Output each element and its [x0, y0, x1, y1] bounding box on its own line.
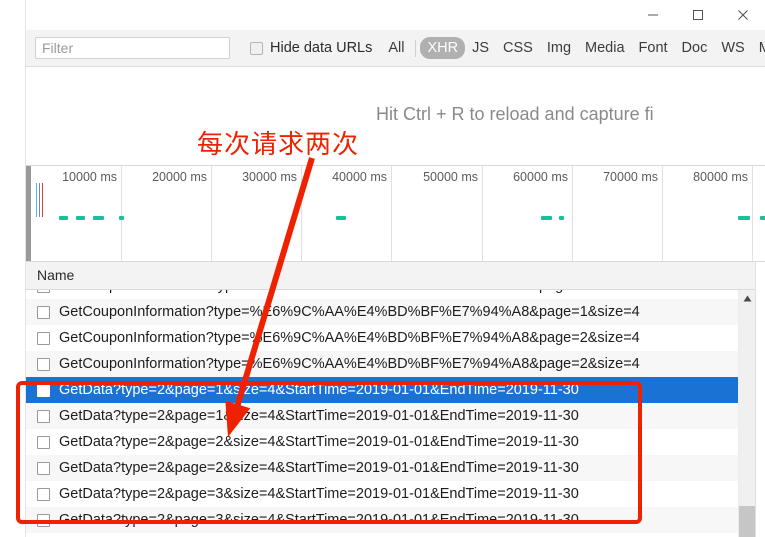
- request-name: GetData?type=2&page=1&size=4&StartTime=2…: [59, 408, 579, 424]
- devtools-network-panel: Hide data URLs All XHR JS CSS Img Media …: [0, 0, 765, 537]
- overview-tick-label: 30000 ms: [242, 170, 297, 184]
- requests-table-header: Name: [26, 262, 765, 290]
- overview-tick-label: 40000 ms: [332, 170, 387, 184]
- overview-request-bar: [559, 216, 564, 220]
- filter-chip-doc[interactable]: Doc: [675, 37, 715, 59]
- row-checkbox[interactable]: [37, 290, 50, 293]
- row-checkbox[interactable]: [37, 357, 50, 371]
- row-checkbox[interactable]: [37, 409, 50, 423]
- filter-chip-media[interactable]: Media: [578, 37, 632, 59]
- column-header-name[interactable]: Name: [37, 267, 74, 283]
- table-row[interactable]: GetData?type=2&page=3&size=4&StartTime=2…: [26, 507, 738, 533]
- hide-data-urls-checkbox[interactable]: [250, 41, 263, 55]
- scrollbar-thumb[interactable]: [739, 506, 756, 537]
- filter-chip-js[interactable]: JS: [465, 37, 496, 59]
- filter-chip-all[interactable]: All: [381, 37, 411, 59]
- reload-hint-text: Hit Ctrl + R to reload and capture fi: [376, 104, 654, 124]
- row-checkbox[interactable]: [37, 435, 50, 449]
- requests-list[interactable]: GetCouponInformation?type=%E6%9C%AA%E4%B…: [26, 290, 765, 537]
- request-name: GetCouponInformation?type=%E6%9C%AA%E4%B…: [59, 290, 640, 294]
- list-vertical-scrollbar[interactable]: [738, 290, 756, 537]
- request-name: GetCouponInformation?type=%E6%9C%AA%E4%B…: [59, 356, 640, 372]
- left-gutter-fill: [0, 30, 25, 537]
- overview-request-bar: [76, 216, 85, 220]
- maximize-button[interactable]: [675, 0, 720, 30]
- table-row[interactable]: GetCouponInformation?type=%E6%9C%AA%E4%B…: [26, 351, 738, 377]
- scroll-up-arrow-icon[interactable]: [739, 290, 756, 307]
- request-name: GetCouponInformation?type=%E6%9C%AA%E4%B…: [59, 330, 640, 346]
- overview-left-handle[interactable]: [26, 166, 31, 261]
- window-titlebar: [0, 0, 765, 30]
- overview-tick-label: 20000 ms: [152, 170, 207, 184]
- filter-chip-manifest[interactable]: Mar: [752, 37, 765, 59]
- table-row[interactable]: GetData?type=2&page=1&size=4&StartTime=2…: [26, 377, 738, 403]
- request-name: GetCouponInformation?type=%E6%9C%AA%E4%B…: [59, 304, 640, 320]
- filter-chip-font[interactable]: Font: [632, 37, 675, 59]
- overview-gridline: [572, 166, 573, 261]
- filter-input[interactable]: [35, 37, 230, 59]
- overview-gridline: [121, 166, 122, 261]
- row-checkbox[interactable]: [37, 461, 50, 475]
- table-row[interactable]: GetData?type=2&page=3&size=4&StartTime=2…: [26, 481, 738, 507]
- window-controls: [630, 0, 765, 30]
- hide-data-urls-label: Hide data URLs: [270, 40, 373, 56]
- overview-request-bar: [59, 216, 68, 220]
- overview-request-bar: [541, 216, 552, 220]
- table-row[interactable]: GetData?type=2&page=2&size=4&StartTime=2…: [26, 429, 738, 455]
- row-checkbox[interactable]: [37, 383, 50, 397]
- table-row[interactable]: GetCouponInformation?type=%E6%9C%AA%E4%B…: [26, 325, 738, 351]
- row-checkbox[interactable]: [37, 513, 50, 527]
- overview-gridline: [662, 166, 663, 261]
- overview-tick-label: 60000 ms: [513, 170, 568, 184]
- table-row[interactable]: GetCouponInformation?type=%E6%9C%AA%E4%B…: [26, 290, 738, 299]
- overview-request-bar: [119, 216, 124, 220]
- overview-gridline: [752, 166, 753, 261]
- capture-hint-area: Hit Ctrl + R to reload and capture fi: [26, 67, 765, 165]
- overview-tick-label: 10000 ms: [62, 170, 117, 184]
- table-row[interactable]: GetData?type=2&page=1&size=4&StartTime=2…: [26, 403, 738, 429]
- overview-gridline: [301, 166, 302, 261]
- request-name: GetData?type=2&page=3&size=4&StartTime=2…: [59, 512, 579, 528]
- panel-right-edge: [755, 262, 765, 537]
- left-gutter: [0, 0, 26, 537]
- overview-gridline: [211, 166, 212, 261]
- row-checkbox[interactable]: [37, 331, 50, 345]
- filter-divider: [415, 39, 417, 57]
- network-overview-timeline[interactable]: 10000 ms 20000 ms 30000 ms 40000 ms 50000 ms…: [26, 165, 765, 262]
- overview-event-line: [36, 183, 37, 217]
- overview-gridline: [391, 166, 392, 261]
- filter-chip-css[interactable]: CSS: [496, 37, 540, 59]
- overview-tick-label: 70000 ms: [603, 170, 658, 184]
- row-checkbox[interactable]: [37, 487, 50, 501]
- overview-request-bar: [93, 216, 104, 220]
- filter-chip-ws[interactable]: WS: [714, 37, 751, 59]
- overview-gridline: [482, 166, 483, 261]
- hide-data-urls-toggle[interactable]: Hide data URLs: [250, 40, 372, 56]
- row-checkbox[interactable]: [37, 305, 50, 319]
- resource-type-filters: All XHR JS CSS Img Media Font Doc WS Mar: [381, 37, 765, 59]
- overview-request-bar: [738, 216, 750, 220]
- overview-request-bar: [760, 216, 765, 220]
- overview-tick-label: 50000 ms: [423, 170, 478, 184]
- overview-event-line: [39, 183, 40, 217]
- requests-rows: GetCouponInformation?type=%E6%9C%AA%E4%B…: [26, 290, 738, 533]
- filter-chip-xhr[interactable]: XHR: [420, 37, 466, 59]
- table-row[interactable]: GetData?type=2&page=2&size=4&StartTime=2…: [26, 455, 738, 481]
- minimize-button[interactable]: [630, 0, 675, 30]
- table-row[interactable]: GetCouponInformation?type=%E6%9C%AA%E4%B…: [26, 299, 738, 325]
- annotation-note-text: 每次请求两次: [197, 130, 360, 160]
- request-name: GetData?type=2&page=3&size=4&StartTime=2…: [59, 486, 579, 502]
- filter-chip-img[interactable]: Img: [540, 37, 578, 59]
- overview-request-bar: [336, 216, 346, 220]
- request-name: GetData?type=2&page=2&size=4&StartTime=2…: [59, 460, 579, 476]
- request-name: GetData?type=2&page=2&size=4&StartTime=2…: [59, 434, 579, 450]
- overview-tick-label: 80000 ms: [693, 170, 748, 184]
- network-filter-toolbar: Hide data URLs All XHR JS CSS Img Media …: [26, 30, 765, 67]
- request-name: GetData?type=2&page=1&size=4&StartTime=2…: [59, 382, 579, 398]
- close-button[interactable]: [720, 0, 765, 30]
- overview-event-line: [42, 183, 43, 217]
